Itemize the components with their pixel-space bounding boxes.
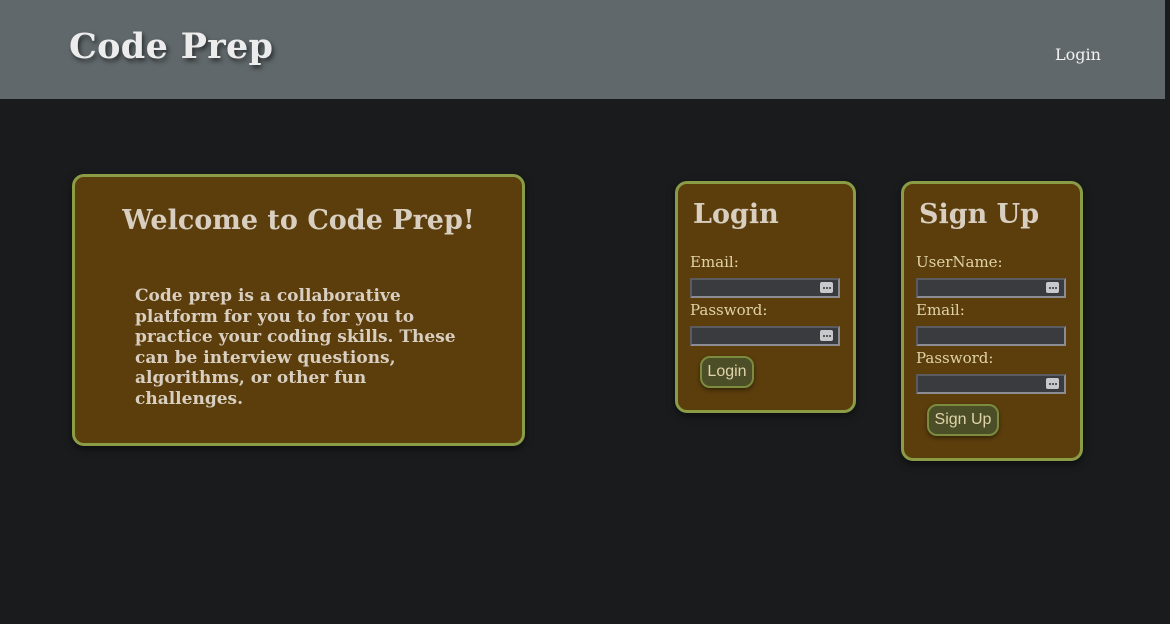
signup-password-input[interactable] [918,379,1064,395]
signup-form-title: Sign Up [919,199,1040,230]
signup-username-input[interactable] [918,283,1064,299]
login-form-title: Login [693,199,779,230]
signup-form: Sign Up UserName: Email: Password: Sign … [901,181,1083,461]
signup-password-field-wrapper [916,374,1066,395]
nav-login-link[interactable]: Login [1055,45,1101,64]
signup-username-label: UserName: [916,253,1003,271]
login-email-input[interactable] [692,283,838,299]
autofill-key-icon[interactable] [1046,282,1059,293]
autofill-key-icon[interactable] [1046,378,1059,389]
welcome-card: Welcome to Code Prep! Code prep is a col… [72,174,525,446]
signup-password-label: Password: [916,349,994,367]
autofill-key-icon[interactable] [820,282,833,293]
signup-email-input[interactable] [918,331,1064,347]
welcome-title: Welcome to Code Prep! [122,205,475,236]
navbar: Code Prep Login [0,0,1165,99]
signup-email-label: Email: [916,301,965,319]
login-password-field-wrapper [690,326,840,347]
login-submit-button[interactable]: Login [700,356,754,388]
signup-username-field-wrapper [916,278,1066,299]
login-email-label: Email: [690,253,739,271]
welcome-description: Code prep is a collaborative platform fo… [135,286,456,409]
login-password-label: Password: [690,301,768,319]
autofill-key-icon[interactable] [820,330,833,341]
signup-email-field-wrapper [916,326,1066,347]
login-form: Login Email: Password: Login [675,181,856,413]
login-password-input[interactable] [692,331,838,347]
signup-submit-button[interactable]: Sign Up [927,404,999,436]
login-email-field-wrapper [690,278,840,299]
brand-title[interactable]: Code Prep [69,26,273,67]
